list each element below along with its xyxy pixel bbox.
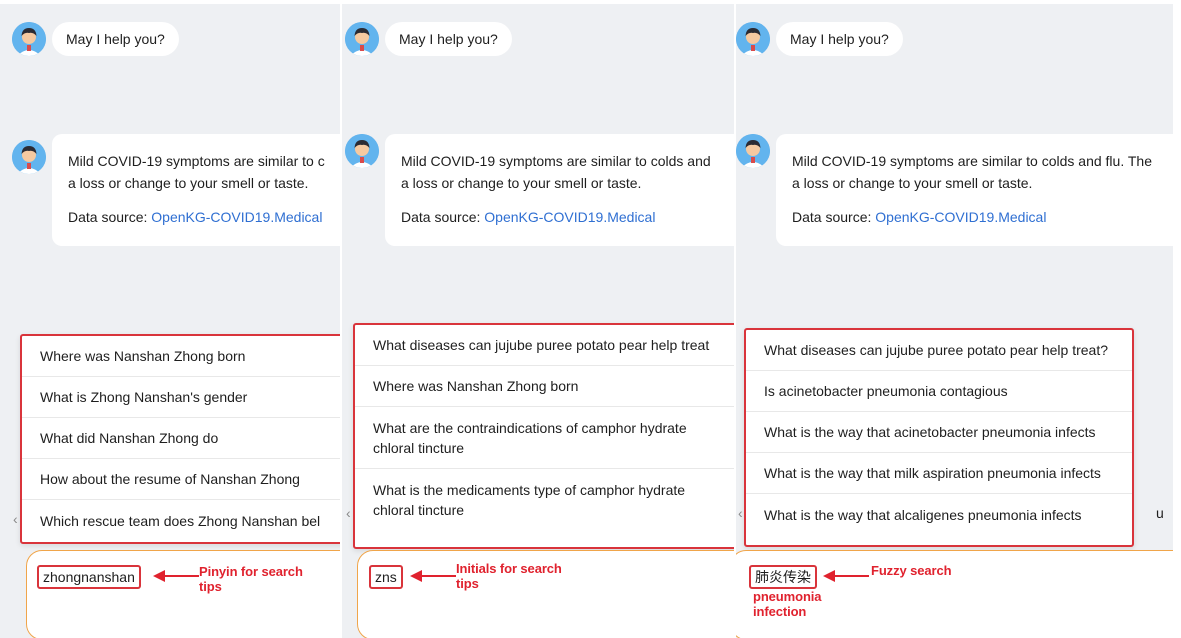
answer-text-line: a loss or change to your smell or taste. xyxy=(792,175,1033,191)
chevron-left-icon[interactable]: ‹ xyxy=(738,506,743,520)
chat-panel-initials: May I help you? Mild COVID-19 symptoms a… xyxy=(342,4,734,638)
data-source: Data source: OpenKG-COVID19.Medical xyxy=(401,206,734,228)
chat-panel-fuzzy: May I help you? Mild COVID-19 symptoms a… xyxy=(736,4,1173,638)
truncated-text: u xyxy=(1156,505,1164,521)
data-source-link[interactable]: OpenKG-COVID19.Medical xyxy=(151,209,322,225)
answer-text-line: a loss or change to your smell or taste. xyxy=(401,175,642,191)
suggestion-item[interactable]: What are the contraindications of campho… xyxy=(355,407,734,469)
doctor-avatar-icon xyxy=(736,134,770,168)
answer-text-line: Mild COVID-19 symptoms are similar to co… xyxy=(401,153,711,169)
suggestion-item[interactable]: What is the way that alcaligenes pneumon… xyxy=(746,494,1132,536)
data-source-label: Data source: xyxy=(401,209,485,225)
data-source: Data source: OpenKG-COVID19.Medical xyxy=(68,206,340,228)
suggestion-item[interactable]: How about the resume of Nanshan Zhong xyxy=(22,459,340,500)
chat-panel-pinyin: May I help you? Mild COVID-19 symptoms a… xyxy=(0,4,340,638)
chat-input-area[interactable]: 肺炎传染 Fuzzy search pneumonia infection xyxy=(736,550,1173,638)
answer-card: Mild COVID-19 symptoms are similar to c … xyxy=(52,134,340,246)
data-source: Data source: OpenKG-COVID19.Medical xyxy=(792,206,1173,228)
data-source-link[interactable]: OpenKG-COVID19.Medical xyxy=(875,209,1046,225)
suggestion-item[interactable]: What diseases can jujube puree potato pe… xyxy=(746,330,1132,371)
suggestion-dropdown: What diseases can jujube puree potato pe… xyxy=(744,328,1134,547)
suggestion-dropdown: Where was Nanshan Zhong born What is Zho… xyxy=(20,334,340,544)
greeting-bubble: May I help you? xyxy=(52,22,179,56)
annotation-label: Initials for search tips xyxy=(456,561,562,591)
answer-text-line: Mild COVID-19 symptoms are similar to co… xyxy=(792,153,1152,169)
suggestion-item[interactable]: What is Zhong Nanshan's gender xyxy=(22,377,340,418)
suggestion-item[interactable]: What is the way that milk aspiration pne… xyxy=(746,453,1132,494)
figure-root: May I help you? Mild COVID-19 symptoms a… xyxy=(0,0,1181,638)
answer-text-line: Mild COVID-19 symptoms are similar to c xyxy=(68,153,325,169)
chevron-left-icon[interactable]: ‹ xyxy=(346,506,351,520)
query-input-highlight[interactable]: 肺炎传染 xyxy=(749,565,817,589)
chevron-left-icon[interactable]: ‹ xyxy=(13,512,18,526)
translation-label: pneumonia infection xyxy=(753,589,822,619)
doctor-avatar-icon xyxy=(12,22,46,56)
data-source-link[interactable]: OpenKG-COVID19.Medical xyxy=(484,209,655,225)
data-source-label: Data source: xyxy=(68,209,152,225)
doctor-avatar-icon xyxy=(345,134,379,168)
annotation-arrow xyxy=(153,570,201,582)
suggestion-item[interactable]: Is acinetobacter pneumonia contagious xyxy=(746,371,1132,412)
data-source-label: Data source: xyxy=(792,209,876,225)
annotation-arrow xyxy=(823,570,871,582)
annotation-label: Pinyin for search tips xyxy=(199,564,303,594)
answer-card: Mild COVID-19 symptoms are similar to co… xyxy=(385,134,734,246)
chat-input-area[interactable]: zns Initials for search tips xyxy=(357,550,734,638)
doctor-avatar-icon xyxy=(345,22,379,56)
suggestion-dropdown: What diseases can jujube puree potato pe… xyxy=(353,323,734,549)
annotation-label: Fuzzy search xyxy=(871,563,952,578)
annotation-arrow xyxy=(410,570,458,582)
doctor-avatar-icon xyxy=(736,22,770,56)
answer-text-line: a loss or change to your smell or taste. xyxy=(68,175,309,191)
query-input-highlight[interactable]: zns xyxy=(369,565,403,589)
suggestion-item[interactable]: Where was Nanshan Zhong born xyxy=(355,366,734,407)
answer-card: Mild COVID-19 symptoms are similar to co… xyxy=(776,134,1173,246)
suggestion-item[interactable]: What diseases can jujube puree potato pe… xyxy=(355,325,734,366)
suggestion-item[interactable]: Which rescue team does Zhong Nanshan bel xyxy=(22,500,340,542)
suggestion-item[interactable]: What did Nanshan Zhong do xyxy=(22,418,340,459)
suggestion-item[interactable]: Where was Nanshan Zhong born xyxy=(22,336,340,377)
greeting-bubble: May I help you? xyxy=(385,22,512,56)
greeting-bubble: May I help you? xyxy=(776,22,903,56)
query-input-highlight[interactable]: zhongnanshan xyxy=(37,565,141,589)
suggestion-item[interactable]: What is the medicaments type of camphor … xyxy=(355,469,734,531)
suggestion-item[interactable]: What is the way that acinetobacter pneum… xyxy=(746,412,1132,453)
chat-input-area[interactable]: zhongnanshan Pinyin for search tips xyxy=(26,550,340,638)
doctor-avatar-icon xyxy=(12,140,46,174)
